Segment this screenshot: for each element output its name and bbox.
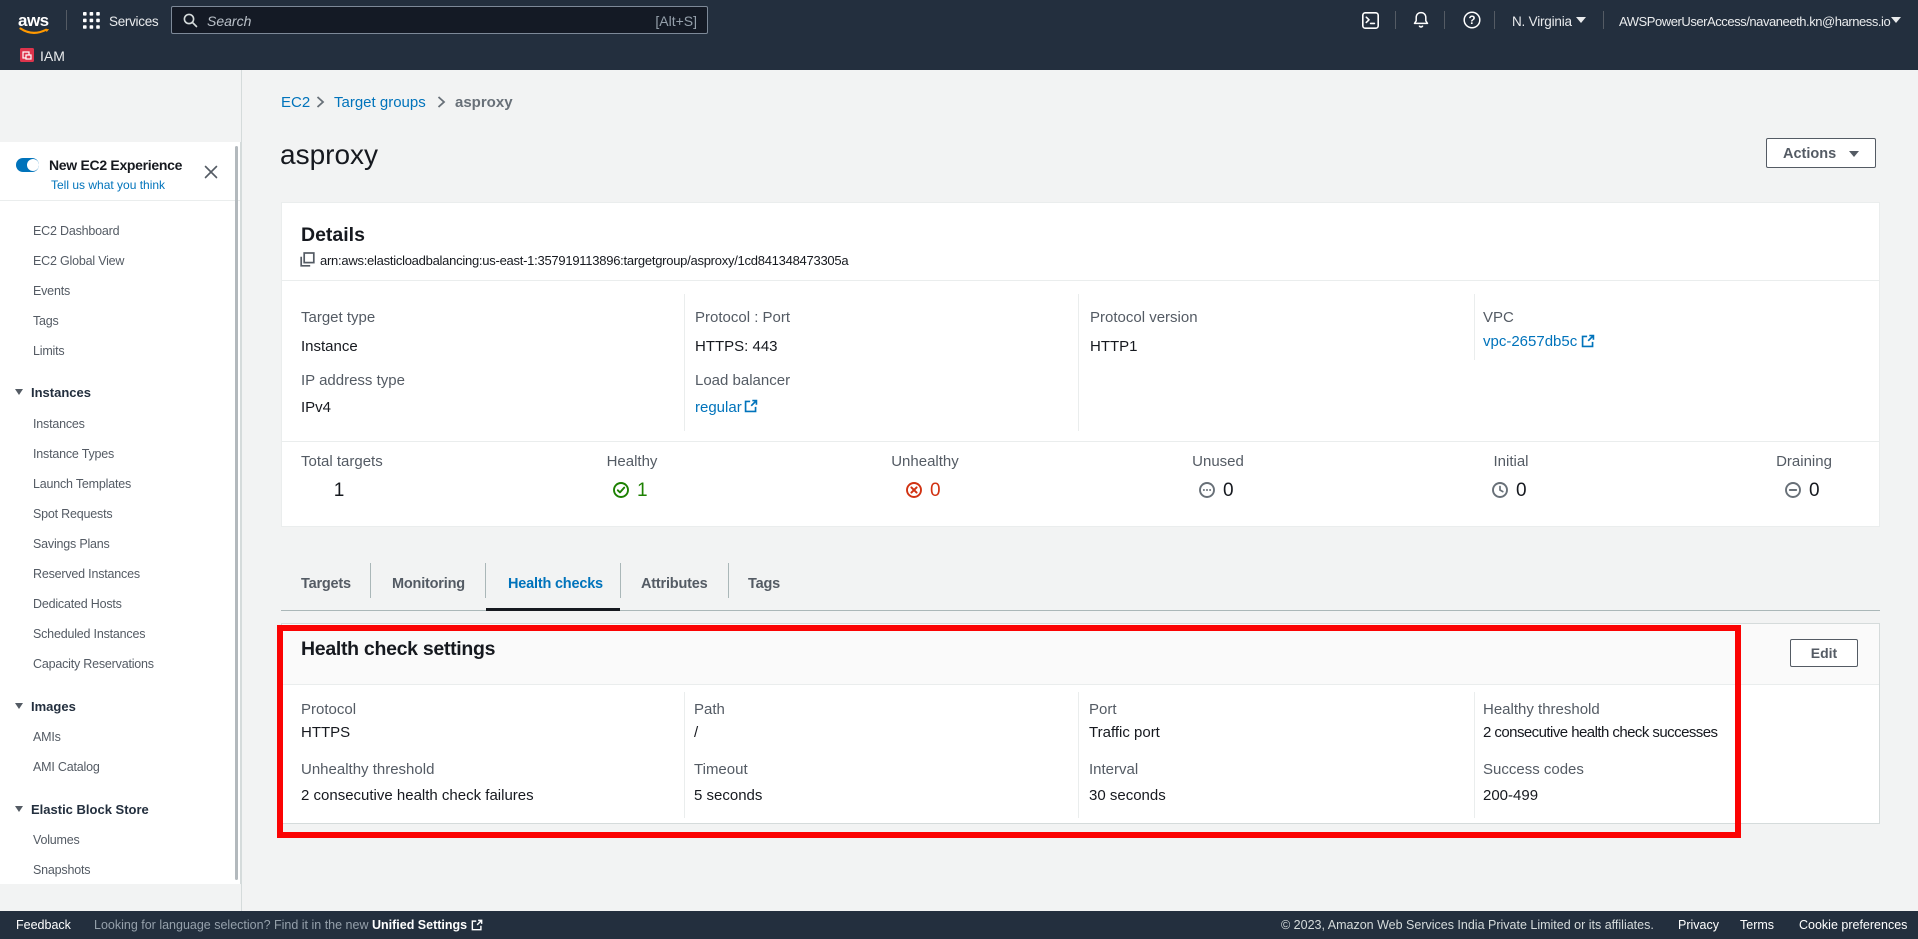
svg-text:?: ?	[1468, 15, 1475, 27]
svg-text:aws: aws	[18, 11, 49, 30]
